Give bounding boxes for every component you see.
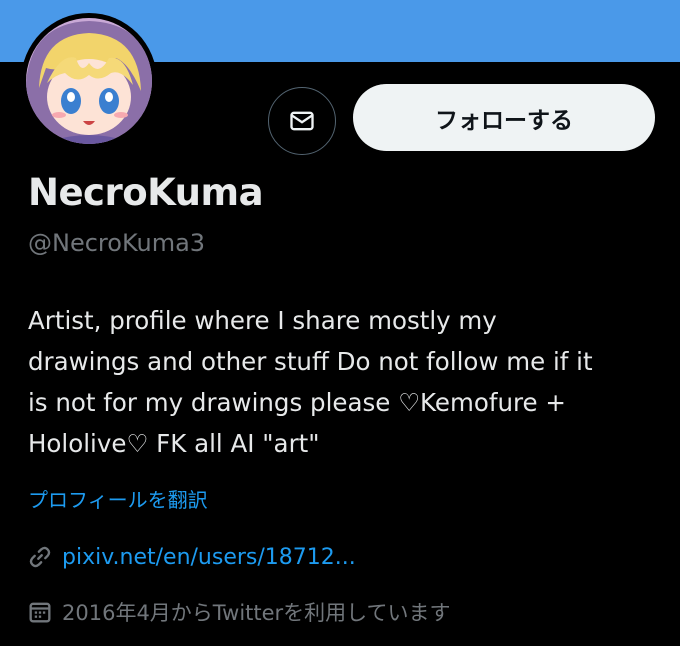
translate-profile-link[interactable]: プロフィールを翻訳 xyxy=(28,484,208,513)
avatar-image xyxy=(23,15,155,147)
follow-button[interactable]: フォローする xyxy=(353,84,655,151)
profile-name: NecroKuma xyxy=(28,171,264,214)
avatar[interactable] xyxy=(21,13,157,149)
website-link[interactable]: pixiv.net/en/users/18712... xyxy=(62,545,356,570)
calendar-icon xyxy=(29,602,51,623)
website-row: pixiv.net/en/users/18712... xyxy=(26,543,356,571)
joined-row: 2016年4月からTwitterを利用しています xyxy=(26,597,451,627)
joined-date: 2016年4月からTwitterを利用しています xyxy=(62,601,451,625)
profile-handle: @NecroKuma3 xyxy=(28,229,206,257)
envelope-icon xyxy=(290,111,314,131)
profile-bio: Artist, profile where I share mostly my … xyxy=(28,306,593,458)
message-button[interactable] xyxy=(268,87,336,155)
link-icon xyxy=(29,546,51,568)
